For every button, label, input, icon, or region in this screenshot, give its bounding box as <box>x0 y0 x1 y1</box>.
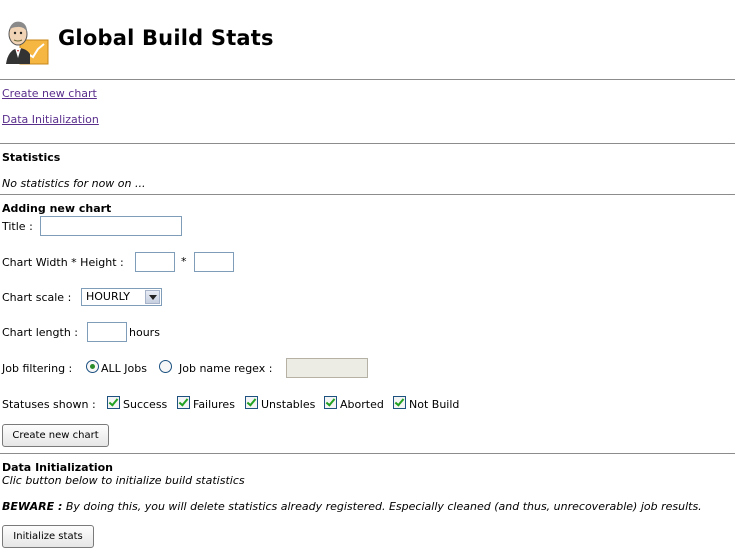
failures-checkbox[interactable] <box>177 396 190 409</box>
statistics-empty-text: No statistics for now on ... <box>2 177 146 190</box>
chart-length-input[interactable] <box>87 322 127 342</box>
add-chart-heading: Adding new chart <box>2 202 112 215</box>
success-checkbox[interactable] <box>107 396 120 409</box>
unstables-checkbox[interactable] <box>245 396 258 409</box>
job-regex-label: Job name regex : <box>179 362 273 375</box>
initialize-stats-button[interactable]: Initialize stats <box>2 525 94 548</box>
all-jobs-radio[interactable] <box>86 360 99 373</box>
size-separator: * <box>181 255 187 268</box>
chart-length-unit: hours <box>129 326 160 339</box>
divider <box>0 194 735 195</box>
data-initialization-link[interactable]: Data Initialization <box>2 113 99 126</box>
divider <box>0 453 735 454</box>
chart-width-input[interactable] <box>135 252 175 272</box>
chevron-down-icon[interactable] <box>145 290 160 304</box>
create-new-chart-button[interactable]: Create new chart <box>2 424 109 447</box>
job-regex-radio[interactable] <box>159 360 172 373</box>
beware-label: BEWARE : <box>2 500 63 513</box>
page-title: Global Build Stats <box>58 26 274 50</box>
statuses-label: Statuses shown : <box>2 398 96 411</box>
beware-text: By doing this, you will delete statistic… <box>65 500 702 513</box>
job-regex-input[interactable] <box>286 358 368 378</box>
divider <box>0 79 735 80</box>
chart-scale-value: HOURLY <box>86 290 131 303</box>
chart-size-label: Chart Width * Height : <box>2 256 124 269</box>
chart-scale-label: Chart scale : <box>2 291 72 304</box>
job-filtering-label: Job filtering : <box>2 362 73 375</box>
failures-label: Failures <box>193 398 235 411</box>
aborted-checkbox[interactable] <box>324 396 337 409</box>
aborted-label: Aborted <box>340 398 384 411</box>
success-label: Success <box>123 398 168 411</box>
chart-scale-select[interactable]: HOURLY <box>81 288 162 306</box>
divider <box>0 143 735 144</box>
butler-with-chart-icon <box>6 21 49 65</box>
not-build-label: Not Build <box>409 398 460 411</box>
not-build-checkbox[interactable] <box>393 396 406 409</box>
title-input[interactable] <box>40 216 182 236</box>
title-label: Title : <box>2 220 33 233</box>
chart-height-input[interactable] <box>194 252 234 272</box>
statistics-heading: Statistics <box>2 151 61 164</box>
unstables-label: Unstables <box>261 398 316 411</box>
beware-notice: BEWARE : By doing this, you will delete … <box>2 500 702 513</box>
logo <box>0 14 50 66</box>
data-init-description: Clic button below to initialize build st… <box>2 474 245 487</box>
create-new-chart-link[interactable]: Create new chart <box>2 87 97 100</box>
chart-length-label: Chart length : <box>2 326 78 339</box>
data-init-heading: Data Initialization <box>2 461 113 474</box>
all-jobs-label: ALL Jobs <box>101 362 147 375</box>
